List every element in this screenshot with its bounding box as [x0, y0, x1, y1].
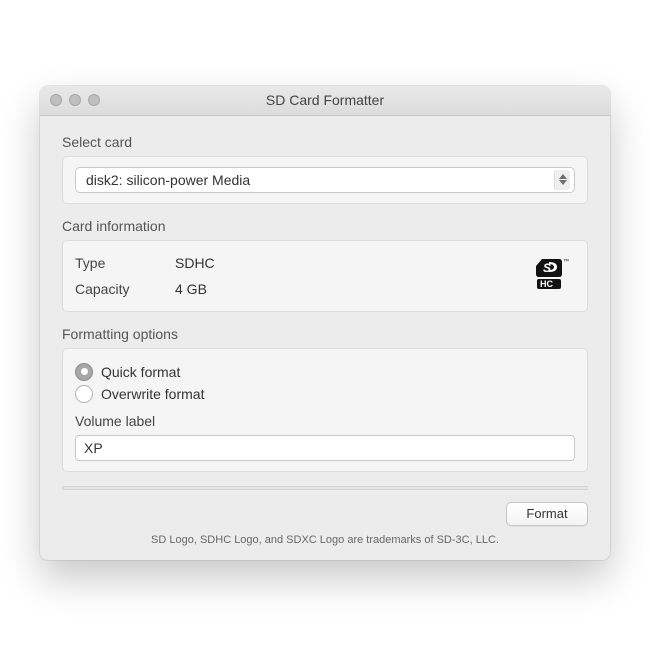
format-button[interactable]: Format: [506, 502, 588, 526]
select-card-heading: Select card: [62, 134, 588, 150]
app-window: SD Card Formatter Select card disk2: sil…: [40, 86, 610, 560]
trademark-text: SD Logo, SDHC Logo, and SDXC Logo are tr…: [62, 534, 588, 546]
zoom-icon[interactable]: [88, 94, 100, 106]
window-controls: [50, 94, 100, 106]
window-title: SD Card Formatter: [266, 92, 384, 108]
radio-icon: [75, 385, 93, 403]
capacity-value: 4 GB: [175, 281, 533, 297]
card-info-panel: Type SDHC S HC ™ Capacity: [62, 240, 588, 312]
volume-label-value: XP: [84, 440, 103, 456]
minimize-icon[interactable]: [69, 94, 81, 106]
overwrite-format-option[interactable]: Overwrite format: [75, 385, 575, 403]
formatting-panel: Quick format Overwrite format Volume lab…: [62, 348, 588, 472]
close-icon[interactable]: [50, 94, 62, 106]
sdhc-logo-icon: S HC ™: [533, 257, 575, 294]
radio-icon: [75, 363, 93, 381]
card-select-value: disk2: silicon-power Media: [86, 172, 554, 188]
type-value: SDHC: [175, 255, 533, 271]
select-stepper-icon: [554, 170, 570, 190]
capacity-label: Capacity: [75, 281, 175, 297]
volume-label-input[interactable]: XP: [75, 435, 575, 461]
quick-format-option[interactable]: Quick format: [75, 363, 575, 381]
type-label: Type: [75, 255, 175, 271]
footer-buttons: Format: [62, 502, 588, 526]
window-body: Select card disk2: silicon-power Media C…: [40, 116, 610, 560]
card-info-heading: Card information: [62, 218, 588, 234]
overwrite-format-label: Overwrite format: [101, 386, 204, 402]
quick-format-label: Quick format: [101, 364, 180, 380]
svg-text:HC: HC: [540, 279, 553, 289]
divider: [62, 486, 588, 490]
svg-text:™: ™: [563, 258, 569, 265]
formatting-heading: Formatting options: [62, 326, 588, 342]
card-select[interactable]: disk2: silicon-power Media: [75, 167, 575, 193]
volume-label-heading: Volume label: [75, 413, 575, 429]
select-card-panel: disk2: silicon-power Media: [62, 156, 588, 204]
titlebar: SD Card Formatter: [40, 86, 610, 116]
